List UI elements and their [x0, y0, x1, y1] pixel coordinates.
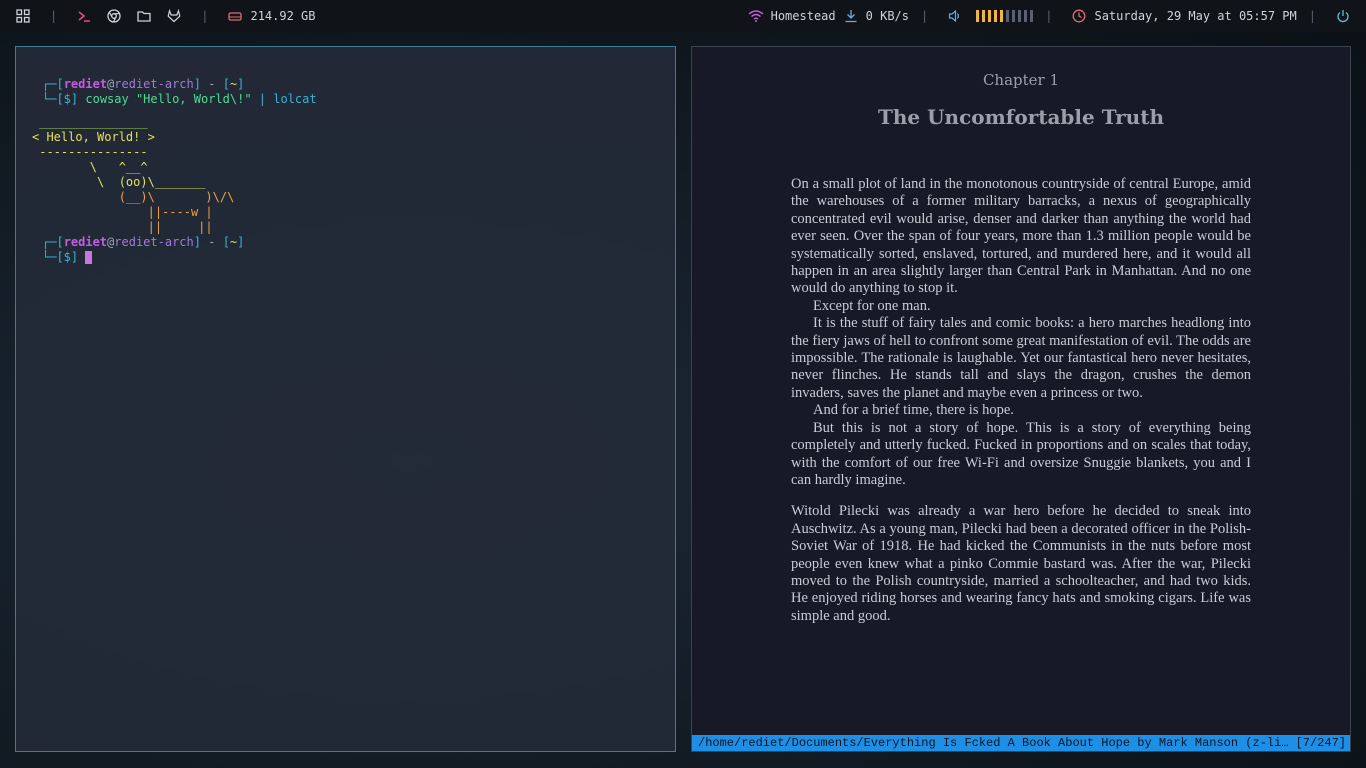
input-line[interactable]: └─[$]: [42, 250, 317, 265]
paragraph: It is the stuff of fairy tales and comic…: [791, 315, 1251, 401]
paragraph: And for a brief time, there is hope.: [813, 402, 1014, 419]
clock-icon: [1071, 8, 1087, 24]
wifi-icon[interactable]: [748, 8, 764, 24]
prompt-dollar: [$]: [56, 250, 79, 264]
terminal-output: ┌─[rediet@rediet-arch] - [~] └─[$] cowsa…: [32, 77, 317, 265]
volume-level-bar[interactable]: [976, 10, 1034, 22]
datetime-text: Saturday, 29 May at 05:57 PM: [1094, 9, 1297, 23]
volume-segment: [994, 10, 998, 22]
ebook-reader-window[interactable]: Chapter 1 The Uncomfortable Truth On a s…: [691, 46, 1351, 752]
browser-icon[interactable]: [106, 8, 122, 24]
prompt-user: rediet: [63, 235, 108, 249]
prompt-host: rediet-arch: [114, 235, 194, 249]
paragraph: Witold Pilecki was already a war hero be…: [791, 503, 1251, 624]
gitlab-icon[interactable]: [166, 8, 182, 24]
cow-line: ||----w |: [32, 205, 213, 219]
separator: |: [201, 9, 209, 23]
chapter-label: Chapter 1: [982, 71, 1060, 89]
power-icon[interactable]: [1335, 8, 1351, 24]
command-line: └─[$] cowsay "Hello, World\!" | lolcat: [42, 92, 317, 106]
network-speed: 0 KB/s: [865, 9, 909, 23]
prompt-dollar: [$]: [56, 92, 79, 106]
volume-segment: [1018, 10, 1022, 22]
prompt-host: rediet-arch: [114, 77, 194, 91]
separator: |: [1308, 9, 1316, 23]
book-text: On a small plot of land in the monotonou…: [791, 176, 1251, 625]
prompt-user: rediet: [63, 77, 108, 91]
paragraph: On a small plot of land in the monotonou…: [791, 176, 1251, 297]
volume-segment: [1000, 10, 1004, 22]
cow-line: \ (oo)\_______: [32, 175, 206, 189]
folder-icon[interactable]: [136, 8, 152, 24]
volume-icon[interactable]: [947, 8, 963, 24]
pipe-text: | lolcat: [258, 92, 317, 106]
cow-line: (__)\ )\/\: [32, 190, 235, 204]
cow-line: < Hello, World! >: [32, 130, 155, 144]
terminal-window[interactable]: ┌─[rediet@rediet-arch] - [~] └─[$] cowsa…: [15, 46, 676, 752]
page-indicator: [7/247]: [1295, 736, 1346, 750]
volume-segment: [1012, 10, 1016, 22]
terminal-cursor: [85, 251, 93, 264]
volume-segment: [1006, 10, 1010, 22]
download-icon: [843, 8, 859, 24]
cow-line: ---------------: [32, 145, 148, 159]
cow-line: \ ^__^: [32, 160, 148, 174]
paragraph: Except for one man.: [813, 297, 931, 314]
command-text: cowsay "Hello, World\!": [85, 92, 252, 106]
terminal-icon[interactable]: [76, 8, 92, 24]
volume-segment: [1024, 10, 1028, 22]
cow-line: || ||: [32, 220, 213, 234]
separator: |: [50, 9, 58, 23]
app-grid-icon[interactable]: [15, 8, 31, 24]
disk-free-text: 214.92 GB: [250, 9, 316, 23]
volume-segment: [988, 10, 992, 22]
reader-status-bar: /home/rediet/Documents/Everything Is Fck…: [692, 735, 1350, 751]
volume-segment: [982, 10, 986, 22]
cow-line: _______________: [32, 115, 148, 129]
separator: |: [921, 9, 929, 23]
prompt-line: ┌─[rediet@rediet-arch] - [~]: [42, 77, 245, 91]
chapter-title: The Uncomfortable Truth: [877, 105, 1164, 129]
separator: |: [1045, 9, 1053, 23]
prompt-line: ┌─[rediet@rediet-arch] - [~]: [42, 235, 245, 249]
disk-icon: [227, 8, 243, 24]
file-path: /home/rediet/Documents/Everything Is Fck…: [698, 736, 1292, 750]
top-bar: | | 214.92 GB Homestead 0 KB/s | | Satur…: [0, 0, 1366, 32]
volume-segment: [976, 10, 980, 22]
volume-segment: [1030, 10, 1034, 22]
network-name: Homestead: [770, 9, 836, 23]
paragraph: But this is not a story of hope. This is…: [791, 419, 1251, 488]
